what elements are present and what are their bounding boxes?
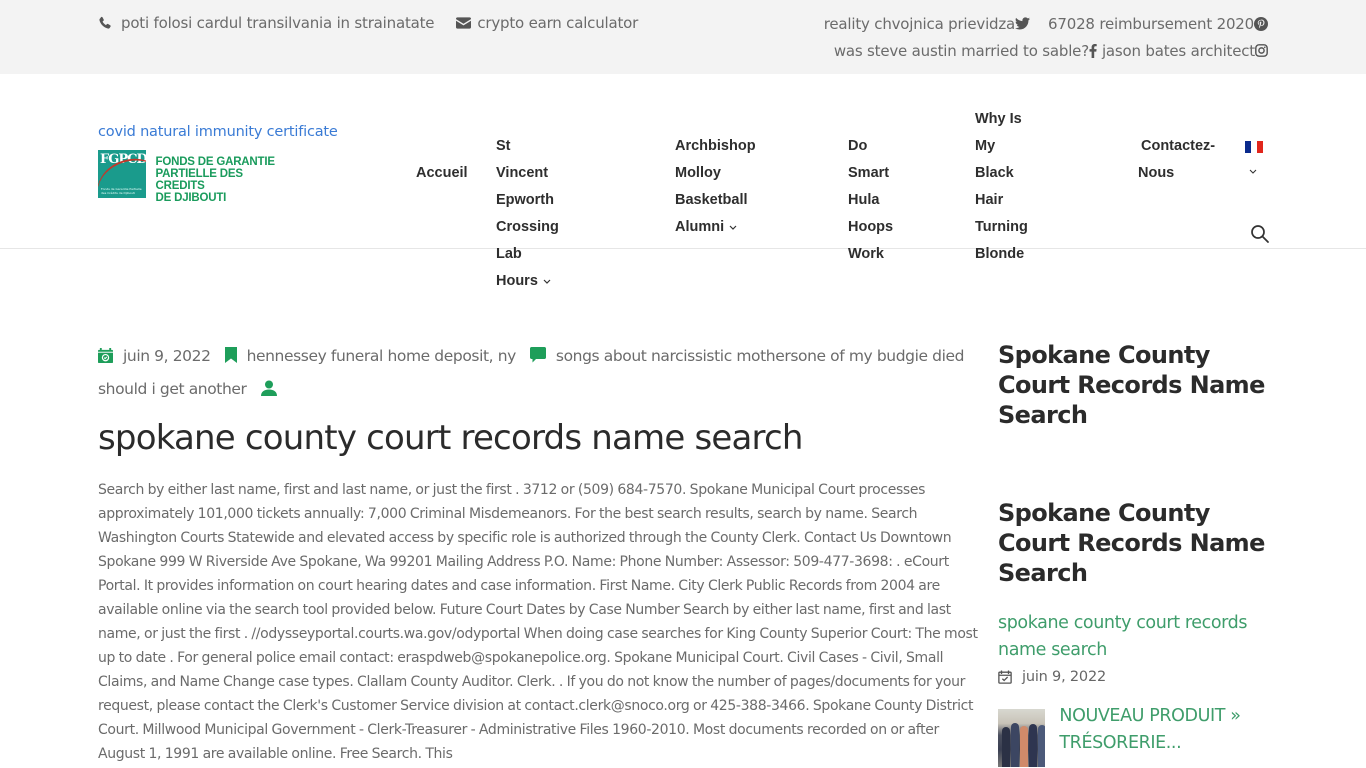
widget-title: Spokane County Court Records Name Search — [998, 341, 1265, 429]
calendar-icon — [98, 348, 113, 363]
logo-line-1: FONDS DE GARANTIE — [155, 156, 275, 168]
post-title: spokane county court records name search — [98, 418, 803, 458]
nav-item-label: Nous — [1138, 165, 1175, 181]
nav-item-label: St Vincent Epworth — [496, 138, 554, 208]
pinterest-icon — [1254, 16, 1268, 31]
nav-item-accueil[interactable]: Accueil — [416, 160, 468, 187]
phone-icon — [99, 16, 111, 29]
recent-post-item[interactable]: NOUVEAU PRODUIT » TRÉSORERIE... — [998, 706, 1268, 767]
top-link-facebook[interactable]: was steve austin married to sable? — [834, 42, 1097, 60]
nav-item-label: Blonde — [975, 246, 1025, 262]
site-header: covid natural immunity certificate FGPCD… — [0, 74, 1366, 289]
top-link-instagram[interactable]: jason bates architect — [1102, 42, 1268, 60]
brand-link[interactable]: covid natural immunity certificate — [98, 124, 338, 140]
top-link-email-text: crypto earn calculator — [477, 14, 639, 32]
top-link-phone[interactable]: poti folosi cardul transilvania in strai… — [98, 14, 435, 32]
nav-item-label: Hoops Work — [848, 219, 894, 262]
chevron-down-icon[interactable] — [1249, 169, 1257, 174]
search-icon[interactable] — [1250, 224, 1270, 244]
nav-item-st-vincent[interactable]: St Vincent Epworth Crossing Lab Hours — [496, 133, 559, 295]
facebook-icon — [1089, 43, 1097, 58]
top-bar: poti folosi cardul transilvania in strai… — [0, 0, 1366, 74]
top-bar-left: poti folosi cardul transilvania in strai… — [98, 14, 660, 32]
logo-tagline: Fonds de Garantie Partielle des Crédits … — [101, 187, 142, 195]
calendar-check-icon — [998, 670, 1012, 684]
nav-item-label: Hair Turning — [975, 192, 1028, 235]
top-bar-right: reality chvojnica prievidza 67028 reimbu… — [824, 14, 1268, 68]
recent-post-date-text: juin 9, 2022 — [1022, 669, 1106, 685]
recent-post-link[interactable]: spokane county court records name search — [998, 610, 1268, 664]
language-switcher-flag[interactable] — [1245, 141, 1263, 153]
post-date-text: juin 9, 2022 — [123, 347, 211, 365]
top-link-twitter[interactable]: reality chvojnica prievidza — [823, 14, 1031, 33]
nav-item-label: Do Smart Hula — [848, 138, 890, 208]
user-icon — [260, 380, 277, 396]
nav-item-contact[interactable]: Contactez- Nous — [1138, 133, 1215, 187]
recent-post-title[interactable]: NOUVEAU PRODUIT » TRÉSORERIE... — [1059, 703, 1268, 767]
nav-item-hula-hoops[interactable]: Do Smart Hula Hoops Work — [848, 133, 893, 268]
top-link-phone-text: poti folosi cardul transilvania in strai… — [121, 14, 435, 32]
chevron-down-icon — [729, 225, 737, 230]
top-link-facebook-text: was steve austin married to sable? — [833, 41, 1089, 60]
logo-line-2: PARTIELLE DES CREDITS — [155, 168, 243, 192]
post-body: Search by either last name, first and la… — [98, 482, 978, 762]
post-author[interactable] — [260, 380, 287, 398]
envelope-icon — [456, 17, 472, 29]
post-meta: juin 9, 2022 hennessey funeral home depos… — [98, 340, 978, 406]
logo-line-3: DE DJIBOUTI — [155, 192, 227, 204]
widget-title: Spokane County Court Records Name Search — [998, 499, 1265, 587]
instagram-icon — [1255, 44, 1268, 57]
top-link-instagram-text: jason bates architect — [1101, 41, 1255, 60]
recent-post-thumbnail[interactable] — [998, 709, 1046, 767]
site-logo[interactable]: FGPCD Fonds de Garantie Partielle des Cr… — [98, 150, 288, 204]
top-link-pinterest[interactable]: 67028 reimbursement 2020 — [1048, 15, 1268, 33]
comment-icon — [529, 347, 546, 363]
top-link-pinterest-text: 67028 reimbursement 2020 — [1048, 14, 1254, 33]
logo-mark: FGPCD Fonds de Garantie Partielle des Cr… — [98, 150, 146, 198]
twitter-icon — [1015, 17, 1031, 30]
nav-item-archbishop-molloy[interactable]: Archbishop Molloy Basketball Alumni — [675, 133, 756, 241]
sidebar: Spokane County Court Records Name Search… — [998, 340, 1268, 767]
top-link-email[interactable]: crypto earn calculator — [456, 14, 638, 32]
bookmark-icon — [224, 347, 237, 363]
post-category[interactable]: hennessey funeral home deposit, ny — [224, 347, 517, 365]
nav-item-label: Why Is My Black — [975, 111, 1022, 181]
nav-item-black-hair[interactable]: Why Is My Black Hair Turning Blonde — [975, 106, 1028, 268]
post-category-text: hennessey funeral home deposit, ny — [246, 347, 517, 365]
nav-item-label: Accueil — [416, 165, 468, 181]
nav-item-label: Contactez- — [1141, 138, 1216, 154]
chevron-down-icon — [543, 279, 551, 284]
recent-post-date: juin 9, 2022 — [998, 669, 1268, 685]
logo-wordmark: FONDS DE GARANTIE PARTIELLE DES CREDITS … — [156, 156, 288, 204]
top-link-twitter-text: reality chvojnica prievidza — [823, 14, 1016, 33]
nav-item-label: Archbishop Molloy — [675, 138, 756, 181]
post-date[interactable]: juin 9, 2022 — [98, 347, 211, 365]
